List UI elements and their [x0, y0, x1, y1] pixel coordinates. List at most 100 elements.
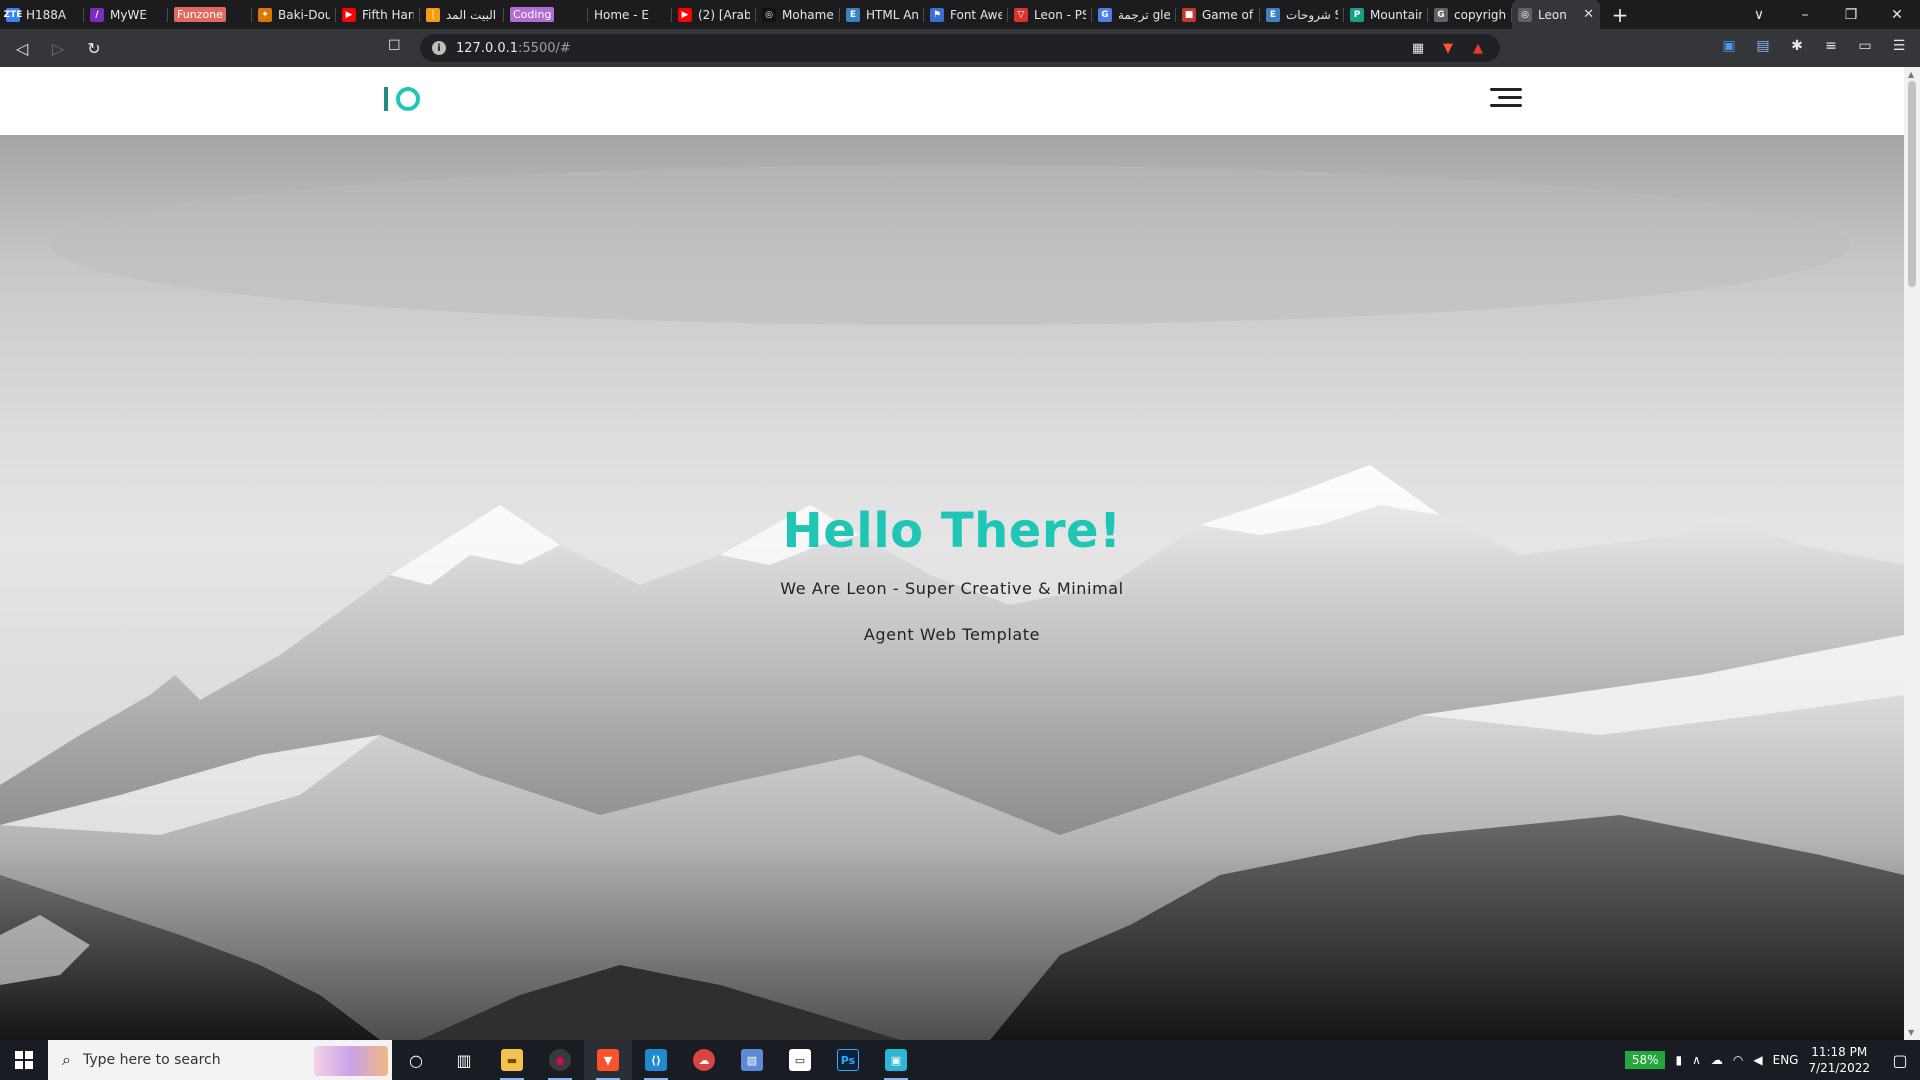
tab-favicon-icon: ▶: [342, 7, 356, 22]
browser-tab[interactable]: ◎ Mohamed: [756, 0, 840, 29]
taskbar: ⌕ Type here to search ○ ▥ ▬ ◉ ▼ ⟨⟩ ☁ ▧ ▭…: [0, 1040, 1920, 1080]
tab-title: شروحات S: [1286, 7, 1338, 22]
browser-tab[interactable]: Home - E: [588, 0, 672, 29]
page-scrollbar[interactable]: ▲ ▼: [1904, 67, 1920, 1040]
tab-title: Fifth Harm: [362, 7, 414, 22]
wifi-icon[interactable]: ◠: [1733, 1053, 1743, 1067]
brave-shield-icon[interactable]: ▼: [1440, 40, 1456, 56]
tab-title: Leon - PS: [1034, 7, 1086, 22]
tab-title: Home - E: [594, 7, 649, 22]
browser-tab[interactable]: Coding: [504, 0, 588, 29]
window-app-icon[interactable]: ▭: [776, 1040, 824, 1080]
browser-tab[interactable]: E شروحات S: [1260, 0, 1344, 29]
puzzle-icon[interactable]: ✱: [1788, 38, 1806, 54]
browser-tab[interactable]: G ترجمة gle: [1092, 0, 1176, 29]
hero-subtitle-line-2: Agent Web Template: [863, 625, 1041, 644]
address-bar[interactable]: i 127.0.0.1:5500/# ▦ ▼ ▲: [420, 34, 1500, 62]
cortana-icon[interactable]: ○: [392, 1040, 440, 1080]
search-highlight-image: [314, 1046, 388, 1076]
cloud-sync-icon[interactable]: ☁: [1711, 1053, 1723, 1067]
scroll-up-icon[interactable]: ▲: [1908, 70, 1914, 79]
tab-title: البيت المد: [446, 7, 497, 22]
browser-tab[interactable]: P Mountain: [1344, 0, 1428, 29]
hamburger-menu-icon[interactable]: [1490, 86, 1522, 110]
chat-app-icon[interactable]: ▣: [872, 1040, 920, 1080]
browser-tab[interactable]: ✦ Baki-Dou: [252, 0, 336, 29]
tab-title: Mohamed: [782, 7, 834, 22]
qr-code-icon[interactable]: ▦: [1410, 40, 1426, 56]
tab-list: ZTEH188A / MyWE Funzone ✦ Baki-Dou ▶ Fifth Harm…: [0, 0, 1600, 29]
language-indicator[interactable]: ENG: [1773, 1053, 1799, 1067]
cloud-app-icon[interactable]: ☁: [680, 1040, 728, 1080]
tab-title: Leon: [1538, 7, 1567, 22]
site-header: [0, 67, 1904, 135]
taskbar-search[interactable]: ⌕ Type here to search: [48, 1040, 392, 1080]
file-explorer-icon[interactable]: ▬: [488, 1040, 536, 1080]
brave-browser-icon[interactable]: ▼: [584, 1040, 632, 1080]
start-button[interactable]: [0, 1040, 48, 1080]
microphone-icon[interactable]: ▮: [1675, 1053, 1682, 1067]
task-view-icon[interactable]: ▥: [440, 1040, 488, 1080]
clock-date: 7/21/2022: [1808, 1061, 1870, 1075]
show-hidden-icons-icon[interactable]: ∧: [1692, 1053, 1701, 1067]
brave-rewards-icon[interactable]: ▲: [1470, 40, 1486, 56]
menu-icon[interactable]: ☰: [1890, 38, 1908, 54]
tab-favicon-icon: G: [1434, 7, 1448, 22]
tab-title: Font Awe: [950, 7, 1002, 22]
volume-icon[interactable]: ◀: [1753, 1053, 1762, 1067]
tab-favicon-icon: ■: [1182, 7, 1196, 22]
scroll-down-icon[interactable]: ▼: [1908, 1028, 1914, 1037]
tab-title: ترجمة gle: [1118, 7, 1170, 22]
wallet-icon[interactable]: ▭: [1856, 38, 1874, 54]
close-tab-icon[interactable]: ✕: [1583, 7, 1594, 22]
extensions-area: ▣ ▤ ✱ ≡ ▭ ☰: [1720, 38, 1908, 54]
page-viewport: Hello There! We Are Leon - Super Creativ…: [0, 67, 1904, 1040]
back-icon[interactable]: ◁: [8, 34, 36, 62]
browser-tab[interactable]: ▽ Leon - PS: [1008, 0, 1092, 29]
tab-search-icon[interactable]: ∨: [1736, 7, 1782, 23]
image-viewer-icon[interactable]: ▧: [728, 1040, 776, 1080]
browser-tab[interactable]: Funzone: [168, 0, 252, 29]
browser-tab[interactable]: ZTE H188A: [0, 0, 84, 29]
tab-title: Baki-Dou: [278, 7, 330, 22]
forward-icon[interactable]: ▷: [44, 34, 72, 62]
system-tray: 58% ▮ ∧ ☁ ◠ ◀ ENG 11:18 PM 7/21/2022 ▢: [1624, 1040, 1920, 1080]
tab-strip: ZTEH188A / MyWE Funzone ✦ Baki-Dou ▶ Fifth Harm…: [0, 0, 1920, 29]
media-player-icon[interactable]: ◉: [536, 1040, 584, 1080]
extension-icon[interactable]: ▣: [1720, 38, 1738, 54]
new-tab-button[interactable]: +: [1600, 0, 1640, 29]
browser-tab[interactable]: Gcopyright: [1428, 0, 1512, 29]
browser-tab[interactable]: ⚑ Font Awe: [924, 0, 1008, 29]
tab-favicon-icon: ◎: [1518, 7, 1532, 22]
restore-icon[interactable]: ❐: [1828, 7, 1874, 23]
browser-tab[interactable]: ❘ البيت المد: [420, 0, 504, 29]
hero-subtitle-line-1: We Are Leon - Super Creative & Minimal: [780, 579, 1124, 598]
browser-tab[interactable]: / MyWE: [84, 0, 168, 29]
reading-list-icon[interactable]: ≡: [1822, 38, 1840, 54]
notifications-icon[interactable]: ▢: [1880, 1051, 1920, 1070]
url-path: :5500/#: [518, 40, 571, 56]
translate-icon[interactable]: ▤: [1754, 38, 1772, 54]
vscode-icon[interactable]: ⟨⟩: [632, 1040, 680, 1080]
browser-tab[interactable]: E HTML An: [840, 0, 924, 29]
close-window-icon[interactable]: ✕: [1874, 7, 1920, 23]
burger-line: [1490, 88, 1522, 91]
reload-icon[interactable]: ↻: [80, 34, 108, 62]
tab-favicon-icon: ▽: [1014, 7, 1028, 22]
scrollbar-thumb[interactable]: [1908, 81, 1916, 287]
clock-time: 11:18 PM: [1811, 1045, 1868, 1059]
browser-tab[interactable]: ■ Game of T: [1176, 0, 1260, 29]
battery-indicator[interactable]: 58%: [1624, 1051, 1666, 1069]
browser-tab[interactable]: ▶ Fifth Harm: [336, 0, 420, 29]
browser-toolbar: ◁ ▷ ↻ ☐ i 127.0.0.1:5500/# ▦ ▼ ▲ ▣ ▤ ✱ ≡…: [0, 29, 1920, 67]
site-info-icon[interactable]: i: [432, 41, 446, 55]
window-controls: ∨ – ❐ ✕: [1736, 0, 1920, 29]
browser-tab[interactable]: ▶ (2) [Arabic: [672, 0, 756, 29]
url-text: 127.0.0.1:5500/#: [456, 41, 571, 56]
browser-tab[interactable]: ◎ Leon ✕: [1512, 0, 1600, 29]
photoshop-icon[interactable]: Ps: [824, 1040, 872, 1080]
clock[interactable]: 11:18 PM 7/21/2022: [1808, 1044, 1870, 1076]
minimize-icon[interactable]: –: [1782, 7, 1828, 23]
site-logo[interactable]: [384, 85, 420, 113]
bookmark-icon[interactable]: ☐: [388, 38, 401, 54]
